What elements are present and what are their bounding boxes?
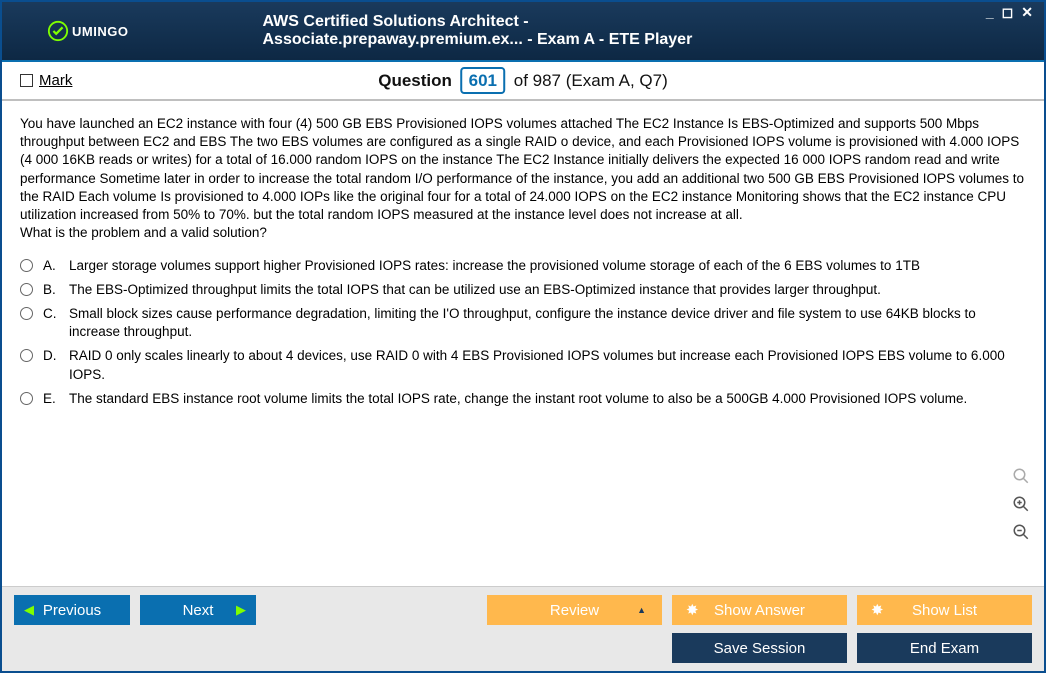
radio-icon[interactable] — [20, 283, 33, 296]
close-button[interactable]: ✕ — [1018, 4, 1036, 21]
review-button[interactable]: Review ▲ — [487, 595, 662, 625]
show-answer-button[interactable]: ✸ Show Answer — [672, 595, 847, 625]
option-e[interactable]: E. The standard EBS instance root volume… — [20, 390, 1026, 408]
option-d[interactable]: D. RAID 0 only scales linearly to about … — [20, 347, 1026, 383]
chevron-right-icon: ▶ — [236, 602, 246, 618]
end-exam-button[interactable]: End Exam — [857, 633, 1032, 663]
logo: UMINGO — [2, 20, 128, 42]
window-controls: _ ◻ ✕ — [983, 4, 1036, 21]
show-list-button[interactable]: ✸ Show List — [857, 595, 1032, 625]
maximize-button[interactable]: ◻ — [999, 4, 1017, 21]
search-icon[interactable] — [1010, 465, 1032, 487]
question-number: 601 — [461, 67, 505, 94]
radio-icon[interactable] — [20, 349, 33, 362]
option-b[interactable]: B. The EBS-Optimized throughput limits t… — [20, 281, 1026, 299]
option-c[interactable]: C. Small block sizes cause performance d… — [20, 305, 1026, 341]
option-a[interactable]: A. Larger storage volumes support higher… — [20, 257, 1026, 275]
gear-icon: ✸ — [686, 601, 699, 619]
options-list: A. Larger storage volumes support higher… — [20, 257, 1026, 409]
question-header: Mark Question 601 of 987 (Exam A, Q7) — [2, 62, 1044, 101]
logo-text: UMINGO — [72, 24, 128, 39]
question-text: You have launched an EC2 instance with f… — [20, 115, 1026, 243]
radio-icon[interactable] — [20, 392, 33, 405]
previous-button[interactable]: ◀ Previous — [14, 595, 130, 625]
question-content: You have launched an EC2 instance with f… — [2, 101, 1044, 541]
titlebar: UMINGO AWS Certified Solutions Architect… — [2, 2, 1044, 62]
save-session-button[interactable]: Save Session — [672, 633, 847, 663]
radio-icon[interactable] — [20, 307, 33, 320]
triangle-up-icon: ▲ — [637, 605, 646, 615]
logo-checkmark-icon — [47, 20, 69, 42]
minimize-button[interactable]: _ — [983, 4, 997, 21]
mark-label[interactable]: Mark — [39, 72, 72, 89]
zoom-controls — [1010, 465, 1032, 543]
chevron-left-icon: ◀ — [24, 602, 34, 618]
mark-checkbox[interactable] — [20, 74, 33, 87]
footer: ◀ Previous Next ▶ Review ▲ ✸ Show Answer… — [2, 586, 1044, 671]
zoom-out-icon[interactable] — [1010, 521, 1032, 543]
next-button[interactable]: Next ▶ — [140, 595, 256, 625]
question-indicator: Question 601 of 987 (Exam A, Q7) — [378, 71, 668, 91]
gear-icon: ✸ — [871, 601, 884, 619]
zoom-in-icon[interactable] — [1010, 493, 1032, 515]
window-title: AWS Certified Solutions Architect - Asso… — [263, 13, 784, 49]
radio-icon[interactable] — [20, 259, 33, 272]
